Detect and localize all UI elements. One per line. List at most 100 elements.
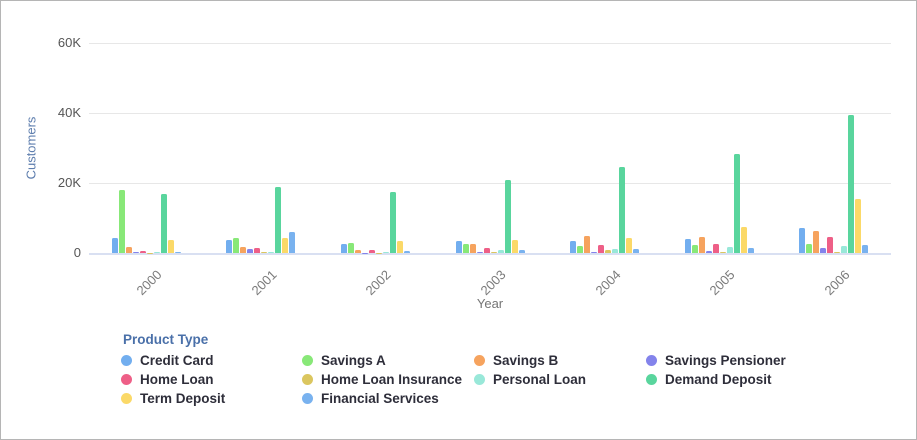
- bar-financial-services-2006[interactable]: [862, 245, 868, 253]
- bar-savings-a-2005[interactable]: [692, 245, 698, 253]
- bar-term-deposit-2002[interactable]: [397, 241, 403, 253]
- bar-financial-services-2002[interactable]: [404, 251, 410, 253]
- bar-home-loan-2004[interactable]: [598, 245, 604, 253]
- legend-item-label: Savings A: [321, 353, 386, 368]
- bar-financial-services-2003[interactable]: [519, 250, 525, 253]
- bar-savings-b-2004[interactable]: [584, 236, 590, 254]
- bar-financial-services-2001[interactable]: [289, 232, 295, 253]
- savings-b-legend-dot-icon: [474, 355, 485, 366]
- bar-savings-a-2000[interactable]: [119, 190, 125, 253]
- bar-home-loan-2005[interactable]: [713, 244, 719, 253]
- bar-credit-card-2006[interactable]: [799, 228, 805, 253]
- bar-savings-a-2003[interactable]: [463, 244, 469, 253]
- bar-term-deposit-2001[interactable]: [282, 238, 288, 253]
- bar-savings-a-2002[interactable]: [348, 243, 354, 253]
- bar-savings-a-2006[interactable]: [806, 244, 812, 253]
- y-axis-title: Customers: [24, 117, 39, 180]
- bar-credit-card-2003[interactable]: [456, 241, 462, 253]
- bar-home-loan-insurance-2005[interactable]: [720, 252, 726, 253]
- bar-savings-b-2005[interactable]: [699, 237, 705, 253]
- legend-item-credit-card[interactable]: Credit Card: [121, 353, 214, 368]
- bar-savings-pensioner-2001[interactable]: [247, 249, 253, 253]
- legend-item-savings-b[interactable]: Savings B: [474, 353, 558, 368]
- y-tick-label-0: 0: [29, 245, 81, 260]
- bar-demand-deposit-2003[interactable]: [505, 180, 511, 254]
- bar-home-loan-insurance-2004[interactable]: [605, 250, 611, 253]
- gridline-20k: [89, 183, 891, 184]
- bar-home-loan-insurance-2003[interactable]: [491, 252, 497, 253]
- bar-term-deposit-2006[interactable]: [855, 199, 861, 253]
- bar-demand-deposit-2001[interactable]: [275, 187, 281, 254]
- legend-item-savings-pensioner[interactable]: Savings Pensioner: [646, 353, 786, 368]
- bar-home-loan-insurance-2006[interactable]: [834, 252, 840, 253]
- legend-item-savings-a[interactable]: Savings A: [302, 353, 386, 368]
- bar-term-deposit-2000[interactable]: [168, 240, 174, 253]
- bar-credit-card-2001[interactable]: [226, 240, 232, 253]
- bar-term-deposit-2005[interactable]: [741, 227, 747, 253]
- bar-home-loan-2003[interactable]: [484, 248, 490, 253]
- gridline-40k: [89, 113, 891, 114]
- credit-card-legend-dot-icon: [121, 355, 132, 366]
- bar-demand-deposit-2002[interactable]: [390, 192, 396, 253]
- bar-home-loan-insurance-2001[interactable]: [261, 252, 267, 253]
- bar-credit-card-2002[interactable]: [341, 244, 347, 253]
- bar-savings-b-2001[interactable]: [240, 247, 246, 253]
- x-axis-label-2005: 2005: [697, 267, 737, 307]
- savings-a-legend-dot-icon: [302, 355, 313, 366]
- legend-item-term-deposit[interactable]: Term Deposit: [121, 391, 225, 406]
- bar-personal-loan-2004[interactable]: [612, 249, 618, 253]
- bar-demand-deposit-2006[interactable]: [848, 115, 854, 253]
- bar-home-loan-2001[interactable]: [254, 248, 260, 253]
- bar-savings-b-2003[interactable]: [470, 244, 476, 253]
- bar-savings-pensioner-2004[interactable]: [591, 252, 597, 253]
- y-tick-label-60k: 60K: [29, 35, 81, 50]
- x-axis-label-2002: 2002: [354, 267, 394, 307]
- bar-credit-card-2005[interactable]: [685, 239, 691, 253]
- bar-demand-deposit-2000[interactable]: [161, 194, 167, 254]
- bar-term-deposit-2003[interactable]: [512, 240, 518, 253]
- bar-demand-deposit-2004[interactable]: [619, 167, 625, 253]
- legend-item-label: Home Loan: [140, 372, 214, 387]
- bar-savings-pensioner-2005[interactable]: [706, 251, 712, 253]
- legend-item-personal-loan[interactable]: Personal Loan: [474, 372, 586, 387]
- bar-home-loan-2000[interactable]: [140, 251, 146, 253]
- legend-item-label: Credit Card: [140, 353, 214, 368]
- bar-home-loan-2002[interactable]: [369, 250, 375, 253]
- bar-savings-b-2002[interactable]: [355, 250, 361, 254]
- bar-personal-loan-2002[interactable]: [383, 252, 389, 253]
- legend-item-home-loan[interactable]: Home Loan: [121, 372, 214, 387]
- bar-demand-deposit-2005[interactable]: [734, 154, 740, 253]
- bar-savings-b-2006[interactable]: [813, 231, 819, 253]
- bar-personal-loan-2001[interactable]: [268, 252, 274, 253]
- bar-term-deposit-2004[interactable]: [626, 238, 632, 253]
- bar-credit-card-2000[interactable]: [112, 238, 118, 253]
- legend-item-financial-services[interactable]: Financial Services: [302, 391, 439, 406]
- legend-item-home-loan-insurance[interactable]: Home Loan Insurance: [302, 372, 462, 387]
- legend-item-demand-deposit[interactable]: Demand Deposit: [646, 372, 772, 387]
- bar-financial-services-2005[interactable]: [748, 248, 754, 253]
- legend-item-label: Term Deposit: [140, 391, 225, 406]
- bar-savings-pensioner-2003[interactable]: [477, 252, 483, 253]
- bar-savings-a-2001[interactable]: [233, 238, 239, 253]
- x-axis-label-2000: 2000: [125, 267, 165, 307]
- legend-item-label: Savings B: [493, 353, 558, 368]
- x-axis-line: [89, 253, 891, 255]
- bar-financial-services-2004[interactable]: [633, 249, 639, 253]
- bar-personal-loan-2006[interactable]: [841, 246, 847, 253]
- bar-savings-pensioner-2000[interactable]: [133, 252, 139, 253]
- term-deposit-legend-dot-icon: [121, 393, 132, 404]
- bar-savings-a-2004[interactable]: [577, 246, 583, 253]
- home-loan-legend-dot-icon: [121, 374, 132, 385]
- legend-item-label: Financial Services: [321, 391, 439, 406]
- bar-personal-loan-2003[interactable]: [498, 250, 504, 253]
- bar-savings-pensioner-2006[interactable]: [820, 248, 826, 253]
- bar-personal-loan-2000[interactable]: [154, 252, 160, 253]
- x-axis-title: Year: [477, 296, 503, 311]
- bar-home-loan-2006[interactable]: [827, 237, 833, 253]
- bar-credit-card-2004[interactable]: [570, 241, 576, 253]
- bar-savings-b-2000[interactable]: [126, 247, 132, 253]
- bar-financial-services-2000[interactable]: [175, 252, 181, 253]
- gridline-60k: [89, 43, 891, 44]
- bar-personal-loan-2005[interactable]: [727, 247, 733, 253]
- legend-title: Product Type: [123, 332, 208, 347]
